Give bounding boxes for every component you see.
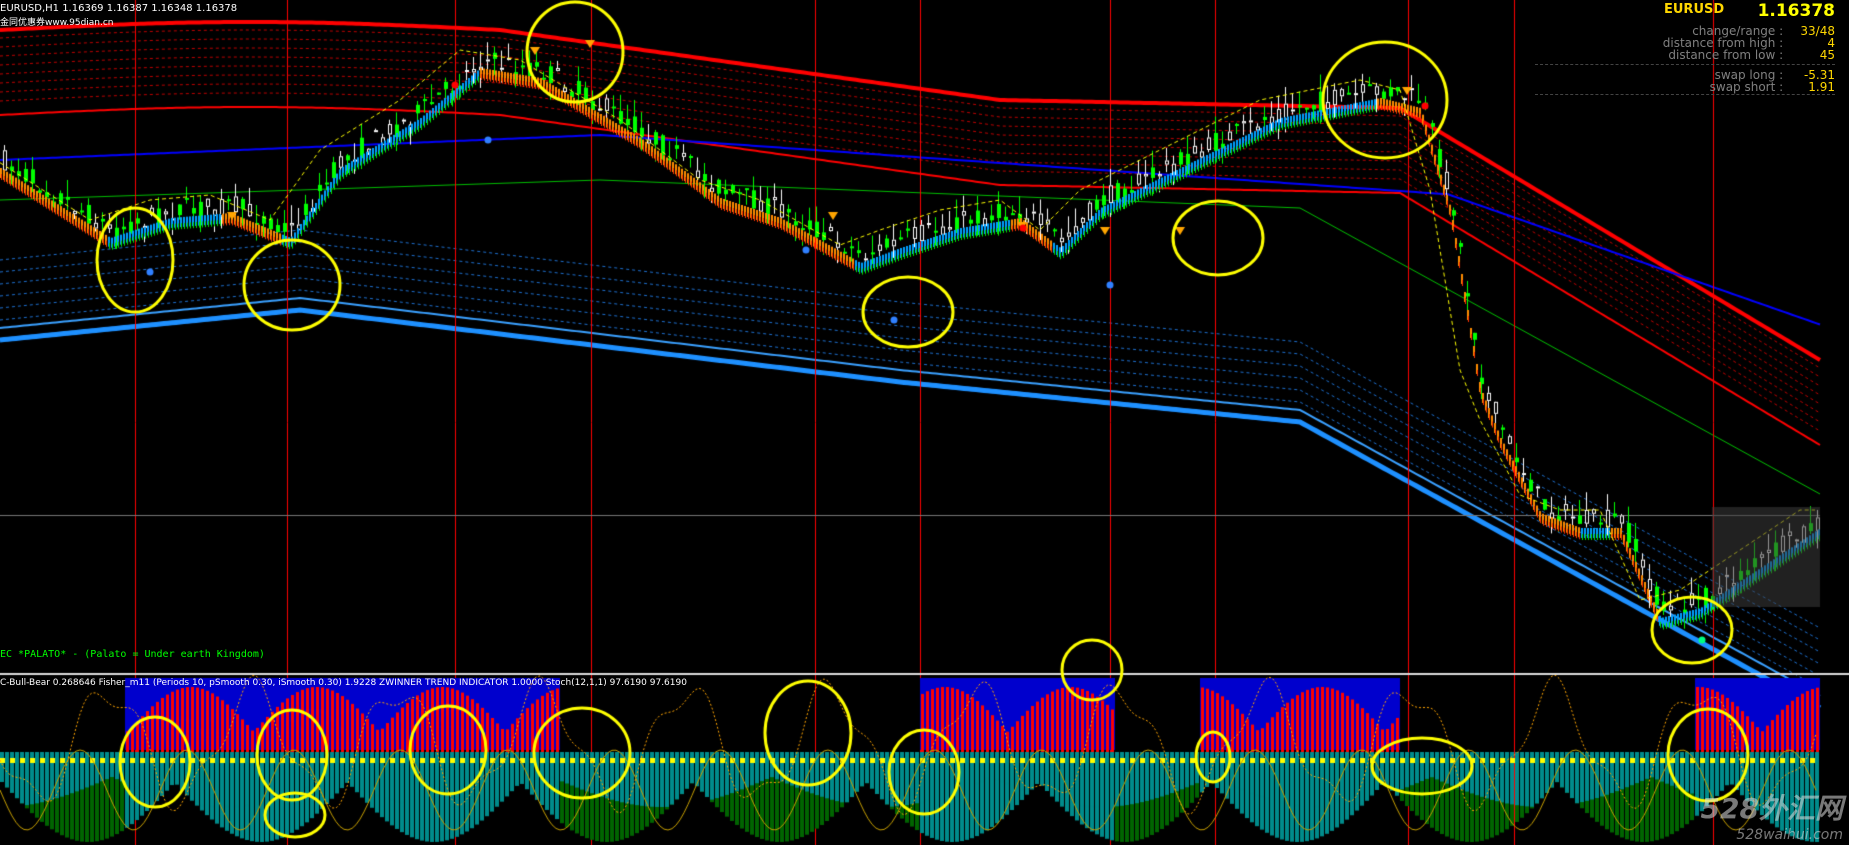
info-divider	[1535, 64, 1835, 65]
corner-watermark: 528外汇网 528waihui.com	[1701, 787, 1843, 843]
price-chart-canvas[interactable]	[0, 0, 1849, 845]
info-row-label: distance from low :	[1668, 48, 1784, 62]
info-row-value: 45	[1819, 48, 1835, 62]
info-row-value: 1.91	[1808, 80, 1835, 94]
info-price: 1.16378	[1757, 1, 1835, 21]
watermark-title: 528外汇网	[1700, 792, 1843, 825]
sub-window-header: C-Bull-Bear 0.268646 Fisher_m11 (Periods…	[0, 678, 687, 688]
watermark-url: 528waihui.com	[1736, 827, 1843, 843]
info-row-label: swap short :	[1709, 80, 1784, 94]
symbol-header: EURUSD,H1 1.16369 1.16387 1.16348 1.1637…	[0, 3, 238, 14]
info-row: distance from low : 45	[1668, 48, 1835, 62]
indicator-comment: EC *PALATO* - (Palato = Under earth King…	[0, 649, 265, 660]
source-watermark: 金同优惠券www.95dian.cn	[0, 18, 114, 28]
info-divider	[1535, 94, 1835, 95]
info-symbol: EURUSD	[1664, 2, 1725, 17]
info-row: swap short : 1.91	[1710, 80, 1835, 94]
